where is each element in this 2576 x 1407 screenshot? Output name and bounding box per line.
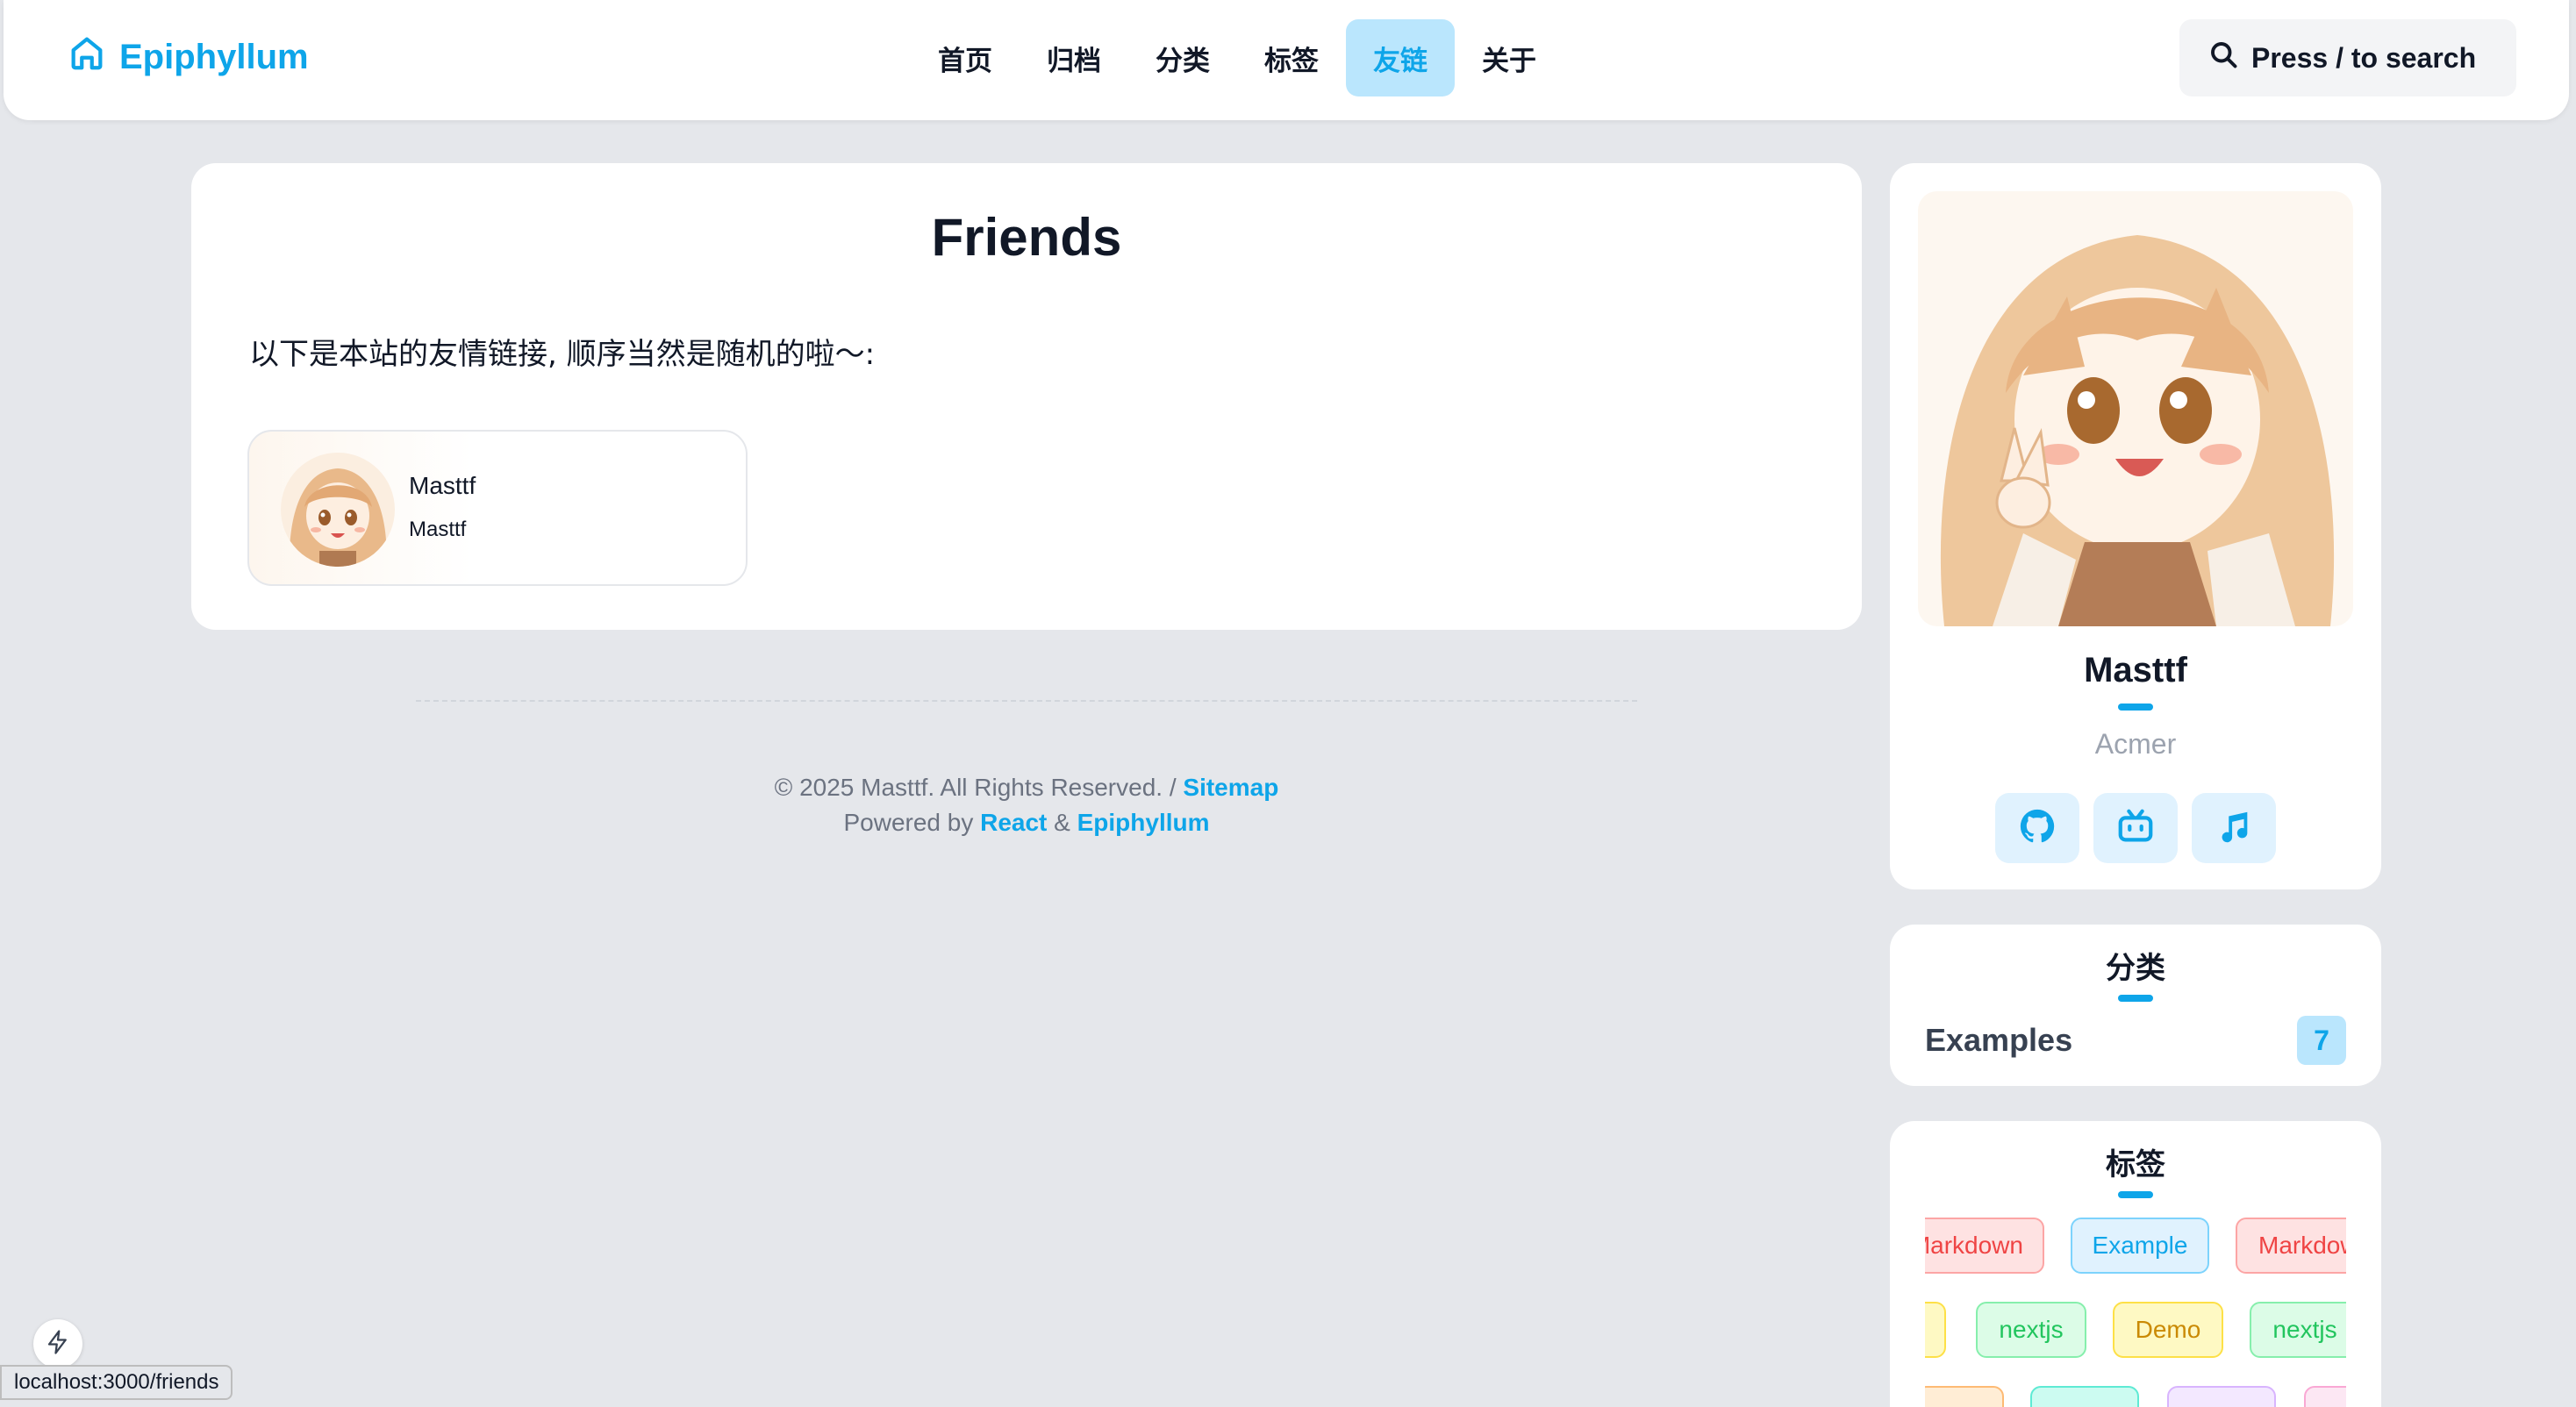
tags-accent-bar — [2118, 1191, 2153, 1198]
status-bar-url: localhost:3000/friends — [0, 1365, 233, 1400]
categories-title: 分类 — [2106, 951, 2165, 986]
github-button[interactable] — [1995, 793, 2079, 863]
tag-item[interactable] — [2167, 1386, 2276, 1407]
bilibili-icon — [2115, 806, 2156, 851]
nav-friends[interactable]: 友链 — [1346, 19, 1455, 96]
nav-about[interactable]: 关于 — [1455, 19, 1563, 96]
tag-item[interactable] — [2304, 1386, 2346, 1407]
nav-archive[interactable]: 归档 — [1020, 19, 1128, 96]
friend-description: Masttf — [409, 518, 467, 541]
friend-name: Masttf — [409, 472, 476, 499]
epiphyllum-link[interactable]: Epiphyllum — [1077, 809, 1210, 836]
footer-copyright: © 2025 Masttf. All Rights Reserved. / Si… — [191, 774, 1862, 802]
categories-accent-bar — [2118, 995, 2153, 1002]
tag-item[interactable]: Markdown — [1925, 1218, 2044, 1274]
search-label: Press / to search — [2251, 41, 2477, 74]
tag-item[interactable]: Markdown — [2236, 1218, 2346, 1274]
page-title: Friends — [931, 208, 1122, 267]
bilibili-button[interactable] — [2093, 793, 2178, 863]
sitemap-link[interactable]: Sitemap — [1183, 774, 1278, 801]
friends-intro: 以下是本站的友情链接, 顺序当然是随机的啦～: — [249, 337, 876, 372]
nav-categories[interactable]: 分类 — [1128, 19, 1237, 96]
tag-cloud: Markdown Example Markdown nextjs Demo ne… — [1925, 1218, 2346, 1407]
dev-tools-indicator[interactable] — [33, 1319, 82, 1368]
profile-card: Masttf Acmer — [1890, 163, 2381, 889]
main-nav: 首页 归档 分类 标签 友链 关于 — [911, 19, 1563, 96]
tag-item[interactable]: nextjs — [2250, 1302, 2346, 1358]
tag-item[interactable] — [2030, 1386, 2139, 1407]
tag-item[interactable]: Demo — [2113, 1302, 2223, 1358]
nav-home[interactable]: 首页 — [911, 19, 1020, 96]
react-link[interactable]: React — [980, 809, 1047, 836]
categories-card: 分类 Examples 7 — [1890, 925, 2381, 1086]
copyright-text: © 2025 Masttf. All Rights Reserved. / — [774, 774, 1184, 801]
friend-avatar — [281, 453, 395, 567]
tags-title: 标签 — [2106, 1147, 2165, 1182]
profile-name: Masttf — [2084, 651, 2187, 689]
music-icon — [2214, 806, 2254, 851]
tag-item[interactable]: Example — [2071, 1218, 2209, 1274]
search-icon — [2207, 39, 2239, 77]
home-icon — [67, 32, 107, 82]
social-links — [1995, 793, 2276, 863]
powered-by-text: Powered by — [843, 809, 981, 836]
tag-item[interactable] — [1925, 1302, 1946, 1358]
category-name: Examples — [1925, 1022, 2073, 1058]
profile-role: Acmer — [2094, 728, 2177, 760]
brand-link[interactable]: Epiphyllum — [67, 32, 309, 82]
profile-accent-bar — [2118, 704, 2153, 711]
github-icon — [2017, 806, 2057, 851]
footer-divider — [416, 700, 1637, 702]
profile-avatar — [1918, 191, 2353, 626]
footer-powered-by: Powered by React & Epiphyllum — [191, 809, 1862, 837]
tag-item[interactable]: nextjs — [1976, 1302, 2086, 1358]
category-item[interactable]: Examples 7 — [1925, 1016, 2346, 1065]
friend-link-card[interactable]: Masttf Masttf — [247, 430, 748, 586]
category-count-badge: 7 — [2297, 1016, 2346, 1065]
music-button[interactable] — [2192, 793, 2276, 863]
search-button[interactable]: Press / to search — [2179, 19, 2516, 96]
tags-card: 标签 Markdown Example Markdown nextjs Demo… — [1890, 1121, 2381, 1407]
tag-item[interactable] — [1925, 1386, 2004, 1407]
friends-card: Friends 以下是本站的友情链接, 顺序当然是随机的啦～: Masttf M… — [191, 163, 1862, 630]
brand-name: Epiphyllum — [119, 37, 309, 76]
nav-tags[interactable]: 标签 — [1237, 19, 1346, 96]
lightning-icon — [45, 1329, 71, 1360]
site-header: Epiphyllum 首页 归档 分类 标签 友链 关于 Press / to … — [4, 0, 2569, 120]
and-text: & — [1047, 809, 1077, 836]
